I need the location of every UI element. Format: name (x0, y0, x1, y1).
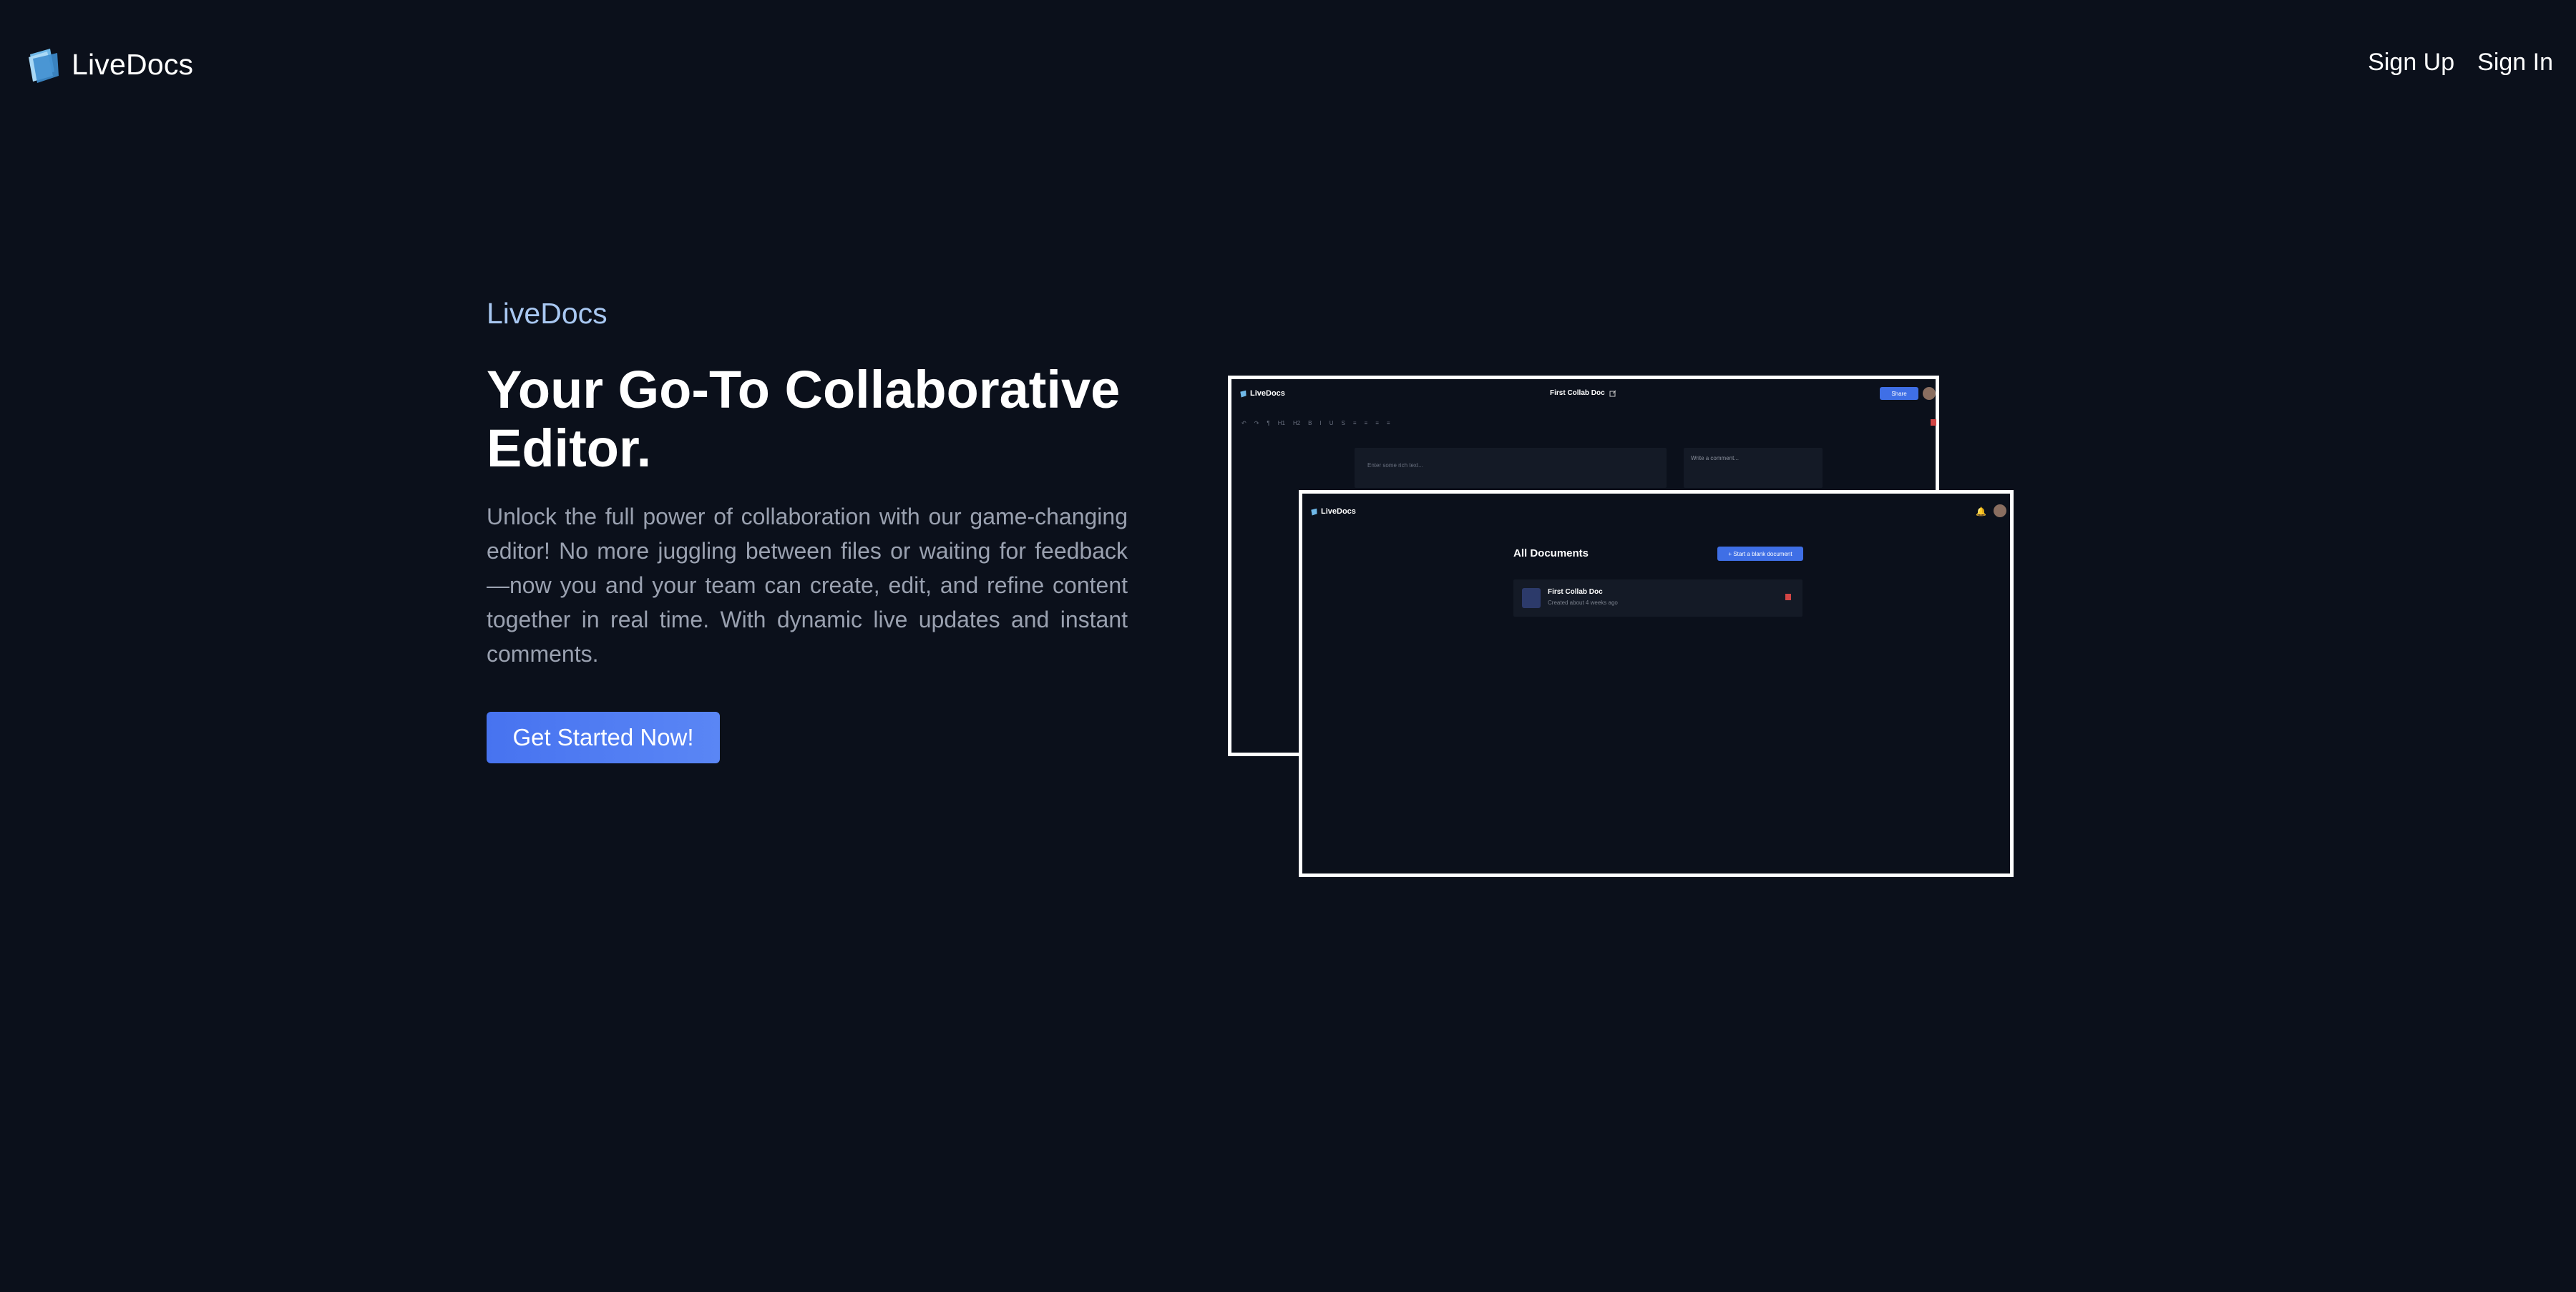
preview-editor-placeholder: Enter some rich text... (1367, 462, 1423, 469)
edit-icon (1609, 390, 1616, 396)
folder-icon (29, 49, 59, 83)
get-started-button[interactable]: Get Started Now! (487, 712, 720, 763)
preview-new-doc-button: + Start a blank document (1717, 547, 1803, 561)
preview-doc-title: First Collab Doc (1550, 389, 1616, 397)
preview-doc-title-text: First Collab Doc (1550, 389, 1605, 397)
preview-logo: LiveDocs (1309, 506, 1356, 516)
preview-brand: LiveDocs (1250, 388, 1285, 398)
bell-icon: 🔔 (1976, 506, 1986, 517)
auth-links: Sign Up Sign In (2368, 49, 2553, 77)
preview-avatar (1923, 387, 1936, 400)
preview-comment-box: Write a comment... (1684, 448, 1823, 488)
hero-eyebrow: LiveDocs (487, 297, 608, 330)
sign-in-link[interactable]: Sign In (2477, 49, 2553, 77)
hero-section: LiveDocs Your Go-To Collaborative Editor… (487, 297, 1128, 763)
preview-doc-name: First Collab Doc (1548, 588, 1603, 596)
preview-logo: LiveDocs (1239, 388, 1285, 398)
preview-share-button: Share (1880, 387, 1918, 400)
preview-doc-row: First Collab Doc Created about 4 weeks a… (1513, 579, 1802, 617)
preview-doc-meta: Created about 4 weeks ago (1548, 599, 1618, 606)
preview-new-doc-label: + Start a blank document (1728, 550, 1792, 557)
hero-description: Unlock the full power of collaboration w… (487, 504, 1128, 667)
document-icon (1522, 588, 1541, 608)
top-nav: LiveDocs Sign Up Sign In (0, 0, 2576, 132)
preview-brand: LiveDocs (1321, 506, 1356, 516)
folder-icon (1311, 508, 1317, 516)
trash-icon (1931, 419, 1936, 426)
trash-icon (1785, 594, 1791, 600)
brand-name: LiveDocs (72, 47, 194, 81)
preview-toolbar: ↶ ↷ ¶ H1 H2 B I U S ≡ ≡ ≡ ≡ (1241, 420, 1390, 426)
preview-editor-area: Enter some rich text... (1355, 448, 1667, 488)
sign-up-link[interactable]: Sign Up (2368, 49, 2454, 77)
documents-preview-screenshot: LiveDocs 🔔 All Documents + Start a blank… (1299, 490, 2014, 877)
preview-share-label: Share (1891, 390, 1907, 397)
brand-logo[interactable]: LiveDocs (26, 44, 193, 84)
hero-headline: Your Go-To Collaborative Editor. (487, 360, 1121, 478)
preview-heading: All Documents (1513, 547, 1589, 559)
preview-comment-placeholder: Write a comment... (1691, 455, 1739, 461)
folder-icon (1240, 390, 1246, 398)
preview-avatar (1994, 504, 2006, 517)
